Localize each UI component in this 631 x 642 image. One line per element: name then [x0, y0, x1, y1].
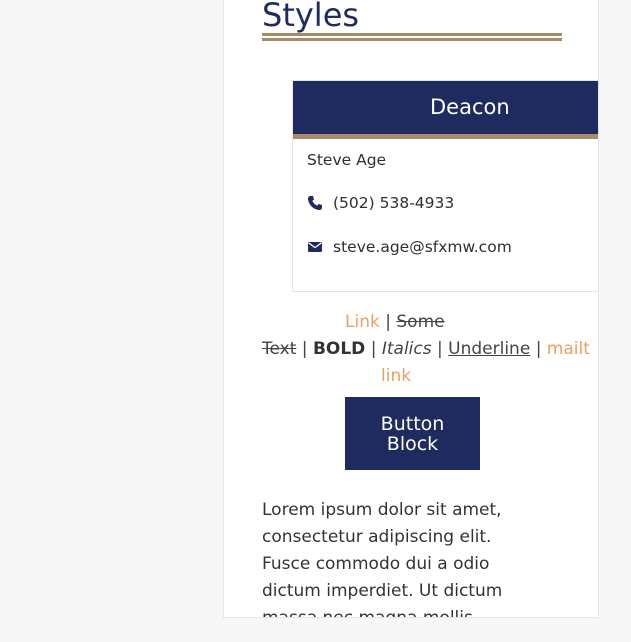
contact-card: Deacon Steve Age (502) 538-4933 steve.ag…	[292, 80, 598, 292]
contact-email[interactable]: steve.age@sfxmw.com	[333, 238, 512, 256]
paragraph-line: Fusce commodo dui a odio	[262, 554, 490, 574]
heading-double-rule	[262, 33, 562, 41]
paragraph-line: massa nec magna mollis	[262, 608, 473, 618]
separator: |	[437, 339, 443, 359]
strikethrough-text-part2: Text	[262, 339, 297, 359]
button-block[interactable]: Button Block	[345, 397, 480, 470]
contact-phone[interactable]: (502) 538-4933	[333, 194, 454, 212]
contact-name: Steve Age	[307, 151, 387, 169]
italic-text: Italics	[381, 339, 432, 359]
card-title: Deacon	[293, 81, 598, 139]
content-panel: Styles Deacon Steve Age (502) 538-4933 s…	[223, 0, 599, 618]
underline-text: Underline	[448, 339, 531, 359]
contact-email-row[interactable]: steve.age@sfxmw.com	[307, 238, 512, 256]
demo-link[interactable]: Link	[345, 312, 380, 332]
lorem-paragraph: Lorem ipsum dolor sit amet, consectetur …	[262, 497, 562, 618]
separator: |	[301, 339, 308, 359]
button-label-line1: Button	[380, 412, 445, 435]
strikethrough-text-part1: Some	[396, 312, 445, 332]
bold-text: BOLD	[312, 339, 366, 359]
mailto-link-continued[interactable]: link	[381, 366, 411, 386]
separator: |	[535, 339, 542, 359]
button-label-line2: Block	[386, 432, 439, 455]
paragraph-line: dictum imperdiet. Ut dictum	[262, 581, 503, 601]
mailto-link[interactable]: mailt	[547, 339, 590, 359]
separator: |	[385, 312, 391, 332]
paragraph-line: consectetur adipiscing elit.	[262, 527, 492, 547]
envelope-icon	[307, 239, 323, 255]
separator: |	[370, 339, 377, 359]
paragraph-line: Lorem ipsum dolor sit amet,	[262, 500, 502, 520]
contact-phone-row[interactable]: (502) 538-4933	[307, 194, 454, 212]
phone-icon	[307, 195, 323, 211]
